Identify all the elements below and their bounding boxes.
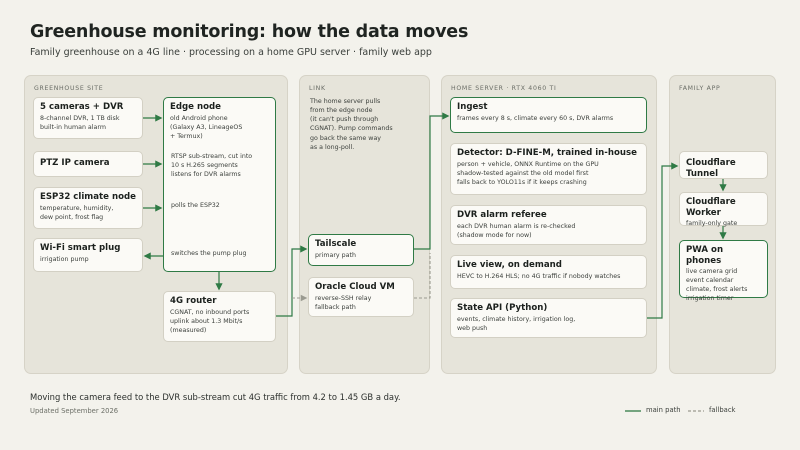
node-title: PWA on phones <box>686 245 724 266</box>
node-title: 4G router <box>170 296 217 306</box>
node-pwa-phones[interactable]: PWA on phones live camera grid event cal… <box>679 240 768 302</box>
panel-label-site: GREENHOUSE SITE <box>34 85 104 92</box>
node-desc: 8-channel DVR, 1 TB disk built-in human … <box>40 114 120 131</box>
node-desc: person + vehicle, ONNX Runtime on the GP… <box>457 160 599 186</box>
node-dvr-referee[interactable]: DVR alarm referee each DVR human alarm i… <box>450 205 647 245</box>
node-tailscale[interactable]: Tailscale primary path <box>308 234 414 266</box>
node-cameras-dvr[interactable]: 5 cameras + DVR 8-channel DVR, 1 TB disk… <box>33 97 143 139</box>
node-title: PTZ IP camera <box>40 158 110 168</box>
node-desc: reverse-SSH relay fallback path <box>315 294 372 311</box>
node-title: State API (Python) <box>457 303 548 313</box>
node-desc: HEVC to H.264 HLS; no 4G traffic if nobo… <box>457 272 621 280</box>
node-cloudflare-worker[interactable]: Cloudflare Worker family-only gate <box>679 192 768 228</box>
node-edge[interactable]: Edge node old Android phone (Galaxy A3, … <box>163 97 276 272</box>
legend-fallback-label: fallback <box>709 406 736 414</box>
edge-note-esp: polls the ESP32 <box>171 202 220 209</box>
node-title: Cloudflare Tunnel <box>686 158 736 179</box>
node-esp32-climate[interactable]: ESP32 climate node temperature, humidity… <box>33 187 143 229</box>
page-title: Greenhouse monitoring: how the data move… <box>30 22 469 42</box>
node-desc: family-only gate <box>686 220 738 228</box>
panel-label-link: LINK <box>309 85 326 92</box>
node-title: ESP32 climate node <box>40 192 136 202</box>
node-title: Ingest <box>457 102 488 112</box>
node-title: Cloudflare Worker <box>686 197 736 218</box>
node-title: DVR alarm referee <box>457 210 547 220</box>
node-title: Oracle Cloud VM <box>315 282 395 292</box>
edge-note-pump: switches the pump plug <box>171 250 247 257</box>
footer-note: Moving the camera feed to the DVR sub-st… <box>30 392 401 402</box>
node-desc: frames every 8 s, climate every 60 s, DV… <box>457 114 614 122</box>
node-wifi-smart-plug[interactable]: Wi-Fi smart plug irrigation pump <box>33 238 143 272</box>
node-ptz-camera[interactable]: PTZ IP camera <box>33 151 143 177</box>
node-desc: each DVR human alarm is re-checked (shad… <box>457 222 576 239</box>
node-desc: CGNAT, no inbound ports uplink about 1.3… <box>170 308 250 334</box>
node-desc: primary path <box>315 251 356 259</box>
node-title: 5 cameras + DVR <box>40 102 124 112</box>
page-subtitle: Family greenhouse on a 4G line · process… <box>30 47 432 58</box>
node-state-api[interactable]: State API (Python) events, climate histo… <box>450 298 647 338</box>
node-title: Tailscale <box>315 239 357 249</box>
edge-note-rtsp: RTSP sub-stream, cut into 10 s H.265 seg… <box>171 153 253 178</box>
node-live-view[interactable]: Live view, on demand HEVC to H.264 HLS; … <box>450 255 647 289</box>
node-title: Detector: D-FINE-M, trained in-house <box>457 148 637 158</box>
legend-main-label: main path <box>646 406 681 414</box>
node-title: Live view, on demand <box>457 260 562 270</box>
node-ingest[interactable]: Ingest frames every 8 s, climate every 6… <box>450 97 647 133</box>
node-oracle-vm[interactable]: Oracle Cloud VM reverse-SSH relay fallba… <box>308 277 414 317</box>
node-cloudflare-tunnel[interactable]: Cloudflare Tunnel <box>679 151 768 179</box>
node-title: Wi-Fi smart plug <box>40 243 121 253</box>
panel-label-server: HOME SERVER · RTX 4060 Ti <box>451 85 557 92</box>
node-desc: temperature, humidity, dew point, frost … <box>40 204 114 221</box>
node-desc: live camera grid event calendar climate,… <box>686 268 748 303</box>
node-desc: old Android phone (Galaxy A3, LineageOS … <box>170 114 243 140</box>
footer-date: Updated September 2026 <box>30 407 119 415</box>
node-title: Edge node <box>170 102 221 112</box>
node-detector[interactable]: Detector: D-FINE-M, trained in-house per… <box>450 143 647 195</box>
panel-label-app: FAMILY APP <box>679 85 721 92</box>
node-desc: irrigation pump <box>40 255 89 263</box>
node-desc: events, climate history, irrigation log,… <box>457 315 576 332</box>
node-4g-router[interactable]: 4G router CGNAT, no inbound ports uplink… <box>163 291 276 342</box>
link-note: The home server pulls from the edge node… <box>310 98 393 151</box>
